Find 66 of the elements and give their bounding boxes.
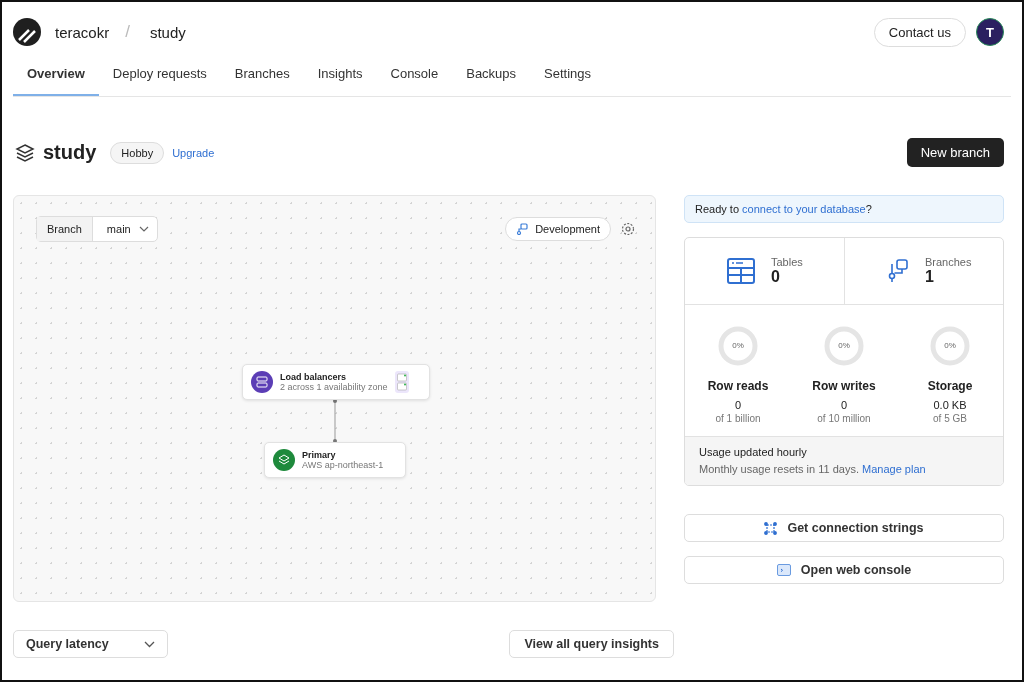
- connect-banner: Ready to connect to your database?: [684, 195, 1004, 223]
- nav-tab[interactable]: Branches: [220, 52, 304, 96]
- nav-tab[interactable]: Insights: [303, 52, 377, 96]
- branch-icon: [516, 223, 529, 235]
- node-title: Load balancers: [280, 372, 348, 382]
- stat-label: Tables: [771, 256, 803, 268]
- avatar[interactable]: T: [976, 18, 1004, 46]
- chevron-down-icon: [144, 640, 155, 648]
- zone-status-icon: [394, 371, 409, 393]
- terminal-icon: [776, 564, 791, 576]
- usage-limit: of 5 GB: [933, 413, 967, 424]
- org-name[interactable]: teracokr: [55, 23, 110, 41]
- nav-tab[interactable]: Settings: [530, 52, 606, 96]
- usage-limit: of 10 million: [817, 413, 871, 424]
- manage-plan-link[interactable]: Manage plan: [862, 463, 926, 475]
- usage-limit: of 1 billion: [715, 413, 761, 424]
- nav-tab[interactable]: Console: [376, 52, 453, 96]
- action-button[interactable]: Open web console: [684, 556, 1004, 584]
- layers-icon: [15, 142, 35, 163]
- chevron-down-icon: [138, 226, 149, 232]
- node-subtitle: 2 across 1 availability zone: [280, 382, 388, 392]
- usage-value: 0: [840, 399, 848, 411]
- usage-footer-note: Monthly usage resets in 11 days. Manage plan: [699, 463, 927, 475]
- diagram-node[interactable]: Primary AWS ap-northeast-1: [264, 442, 406, 478]
- table-icon: [727, 258, 755, 284]
- environment-button[interactable]: Development: [505, 217, 611, 241]
- contact-button[interactable]: Contact us: [873, 17, 966, 47]
- nav-tab[interactable]: Deploy requests: [98, 52, 221, 96]
- usage-percent: 0%: [944, 342, 956, 350]
- usage-value: 0: [734, 399, 742, 411]
- diagram-node[interactable]: Load balancers 2 across 1 availability zone: [242, 364, 430, 400]
- usage-ring: [717, 325, 759, 367]
- usage-label: Row reads: [707, 379, 769, 393]
- branch-icon: [887, 258, 909, 284]
- connector-line: [332, 398, 338, 444]
- usage-ring: [929, 325, 971, 367]
- breadcrumb-separator: /: [125, 22, 130, 42]
- usage-percent: 0%: [838, 342, 850, 350]
- new-branch-button[interactable]: New branch: [906, 138, 1004, 167]
- settings-icon[interactable]: [621, 222, 635, 236]
- metric-dropdown[interactable]: Query latency: [13, 630, 168, 658]
- connect-link[interactable]: connect to your database: [742, 203, 866, 215]
- action-button[interactable]: Get connection strings: [684, 514, 1004, 542]
- database-title: study: [43, 141, 97, 164]
- usage-footer-title: Usage updated hourly: [699, 446, 808, 458]
- nav-tab[interactable]: Overview: [13, 52, 99, 96]
- view-insights-button[interactable]: View all query insights: [509, 630, 674, 658]
- logo-icon[interactable]: [13, 18, 41, 46]
- usage-percent: 0%: [732, 342, 744, 350]
- branch-selector[interactable]: Branch main: [36, 216, 158, 242]
- node-subtitle: AWS ap-northeast-1: [302, 460, 384, 470]
- load-balancer-icon: [251, 371, 273, 393]
- database-icon: [273, 449, 295, 471]
- stat-value: 0: [771, 268, 781, 286]
- database-name[interactable]: study: [149, 23, 186, 41]
- plan-badge: Hobby: [110, 141, 165, 164]
- node-title: Primary: [302, 450, 337, 460]
- connection-icon: [764, 521, 778, 535]
- upgrade-link[interactable]: Upgrade: [172, 146, 215, 159]
- usage-label: Storage: [927, 379, 973, 393]
- stat-label: Branches: [925, 256, 972, 268]
- usage-ring: [823, 325, 865, 367]
- nav-tab[interactable]: Backups: [452, 52, 531, 96]
- stat-value: 1: [925, 268, 935, 286]
- usage-value: 0.0 KB: [933, 399, 967, 411]
- usage-label: Row writes: [812, 379, 876, 393]
